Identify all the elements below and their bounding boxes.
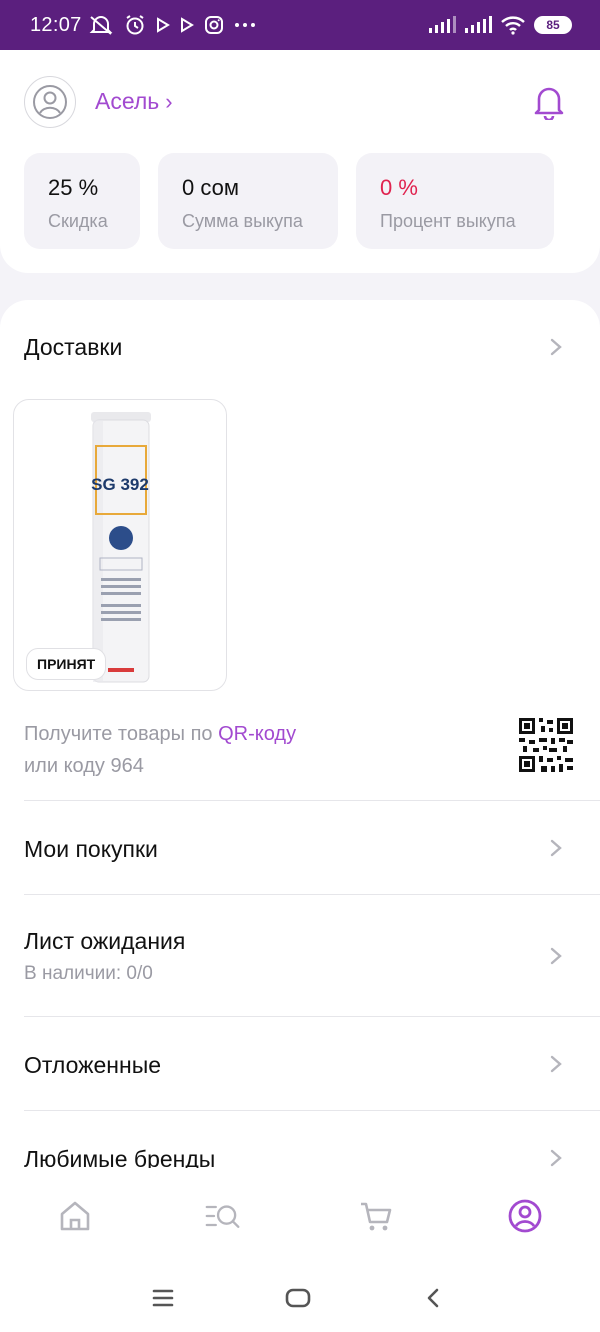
back-icon[interactable]	[418, 1282, 450, 1314]
wifi-icon	[501, 16, 525, 35]
qr-prompt-prefix: Получите товары по	[24, 723, 219, 745]
home-icon[interactable]	[57, 1198, 93, 1234]
status-badge: ПРИНЯТ	[26, 648, 107, 680]
system-navigation-bar	[0, 1266, 600, 1332]
alarm-clock-icon	[126, 15, 144, 35]
divider	[24, 894, 600, 895]
avatar[interactable]	[24, 76, 76, 128]
profile-chevron: ›	[165, 88, 173, 114]
qr-code-icon[interactable]	[519, 718, 573, 772]
signal-icon	[429, 16, 456, 33]
chevron-right-icon[interactable]	[548, 1148, 564, 1168]
delivery-item-card[interactable]: SG 392 ПРИНЯТ	[13, 399, 227, 691]
more-dots-icon	[234, 23, 255, 27]
stat-label: Скидка	[48, 211, 108, 231]
stat-purchase-sum: 0 сом Сумма выкупа	[158, 153, 338, 249]
status-time: 12:07	[30, 13, 82, 36]
divider	[24, 1110, 600, 1111]
signal-icon	[465, 16, 492, 33]
waitlist-availability: В наличии: 0/0	[24, 963, 153, 984]
stat-value: 0 %	[380, 175, 418, 200]
menu-icon[interactable]	[147, 1282, 179, 1314]
home-button-icon[interactable]	[282, 1282, 314, 1314]
instagram-icon	[204, 16, 223, 34]
chevron-right-icon[interactable]	[548, 1054, 564, 1074]
stat-value: 25 %	[48, 175, 99, 200]
stat-label: Процент выкупа	[380, 211, 516, 231]
bell-icon[interactable]	[532, 84, 566, 120]
muted-alarm-icon	[89, 16, 112, 35]
divider	[24, 1016, 600, 1017]
deliveries-title[interactable]: Доставки	[24, 334, 122, 361]
profile-name: Асель	[95, 88, 160, 114]
pickup-code: или коду 964	[24, 755, 144, 777]
bottom-navigation	[0, 1168, 600, 1266]
chevron-right-icon[interactable]	[548, 946, 564, 966]
cart-icon[interactable]	[358, 1198, 394, 1234]
menu-item-purchases[interactable]: Мои покупки	[24, 836, 158, 863]
status-bar: 12:07 85	[0, 0, 600, 50]
qr-code-link[interactable]: QR-коду	[218, 723, 296, 745]
battery-indicator: 85	[534, 16, 572, 34]
chevron-right-icon[interactable]	[548, 337, 564, 357]
play-icon	[156, 17, 170, 33]
play-icon	[180, 17, 194, 33]
product-image: SG 392	[91, 412, 151, 683]
menu-item-waitlist[interactable]: Лист ожидания	[24, 928, 185, 955]
product-label-text: SG 392	[91, 475, 149, 494]
profile-icon[interactable]	[507, 1198, 543, 1234]
stat-label: Сумма выкупа	[182, 211, 303, 231]
status-notification-icons	[88, 14, 256, 36]
stat-value: 0 сом	[182, 175, 239, 200]
menu-item-saved[interactable]: Отложенные	[24, 1052, 161, 1079]
stat-purchase-percent: 0 % Процент выкупа	[356, 153, 554, 249]
qr-pickup-text: Получите товары по QR-коду или коду 964	[24, 718, 296, 782]
divider	[24, 800, 600, 801]
profile-name-link[interactable]: Асель ›	[95, 88, 173, 115]
catalog-search-icon[interactable]	[205, 1198, 241, 1234]
chevron-right-icon[interactable]	[548, 838, 564, 858]
stat-discount: 25 % Скидка	[24, 153, 140, 249]
user-avatar-icon	[33, 85, 67, 119]
profile-header: Асель › 25 % Скидка 0 сом Сумма выкупа 0…	[0, 50, 600, 273]
